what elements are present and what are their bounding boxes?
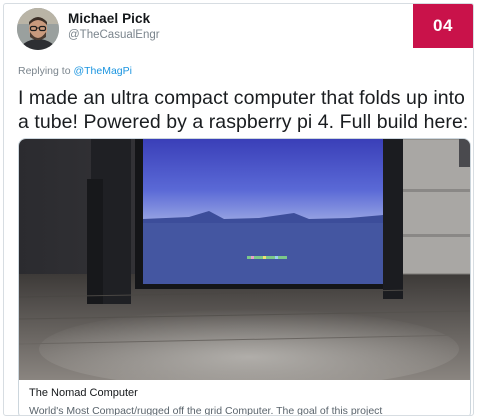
- page-number-badge: 04: [413, 4, 473, 48]
- author-name[interactable]: Michael Pick: [68, 11, 150, 26]
- tweet-text: I made an ultra compact computer that fo…: [18, 87, 469, 133]
- link-preview-card[interactable]: The Nomad Computer World's Most Compact/…: [18, 138, 471, 416]
- link-preview-description: World's Most Compact/rugged off the grid…: [29, 405, 383, 416]
- link-preview-image[interactable]: [19, 139, 470, 380]
- link-preview-title[interactable]: The Nomad Computer: [29, 387, 138, 399]
- reply-mention-link[interactable]: @TheMagPi: [73, 65, 132, 77]
- reply-prefix: Replying to: [18, 65, 71, 77]
- tweet-card: Michael Pick @TheCasualEngr 04 Replying …: [3, 3, 474, 416]
- replying-to: Replying to @TheMagPi: [18, 65, 132, 77]
- author-handle[interactable]: @TheCasualEngr: [68, 29, 160, 41]
- avatar[interactable]: [17, 8, 59, 50]
